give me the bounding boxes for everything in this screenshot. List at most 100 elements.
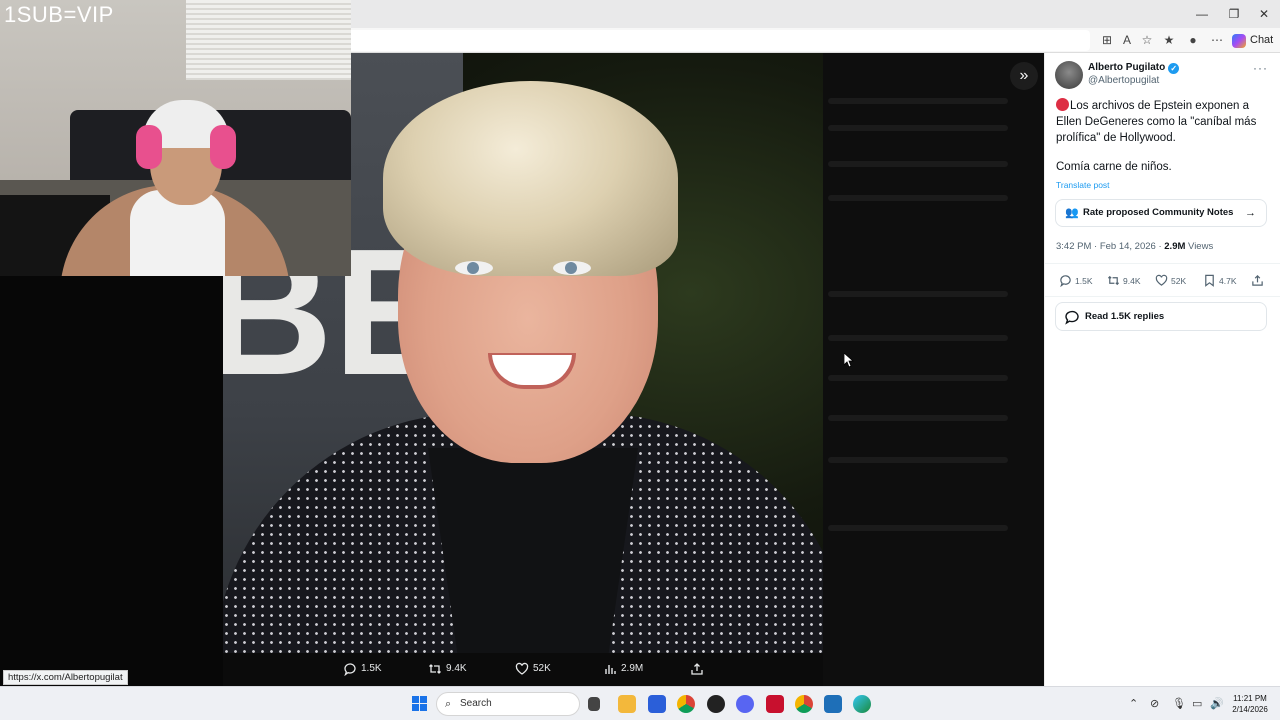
dimmed-sidebar: [823, 53, 1044, 686]
profile-icon[interactable]: ●: [1184, 32, 1202, 48]
ghost-line: [828, 415, 1008, 421]
obs-icon[interactable]: [707, 695, 725, 713]
screen: — ❐ ✕ ⊞ A ☆ ★ ● ⋯ Chat V BE: [0, 0, 1280, 720]
store-icon[interactable]: [648, 695, 666, 713]
taskbar: ⌕ Search ⌃ ⊘ 🎙 ▭ 🔊 11:21 PM 2/14/2026: [0, 686, 1280, 720]
bookmark-icon: [1205, 274, 1214, 287]
ghost-line: [828, 457, 1008, 463]
like-icon: [515, 662, 529, 675]
black-shirt: [428, 448, 638, 653]
views-icon: [605, 665, 616, 674]
repost-button[interactable]: 9.4K: [1107, 274, 1141, 288]
favorites-icon[interactable]: ★: [1160, 32, 1178, 48]
acrobat-icon[interactable]: [766, 695, 784, 713]
clock-date: 2/14/2026: [1232, 705, 1268, 714]
mouse-cursor-icon: [844, 353, 854, 368]
url-input[interactable]: [350, 30, 1090, 51]
ghost-line: [828, 291, 1008, 297]
community-notes-label: Rate proposed Community Notes: [1083, 207, 1234, 218]
windows-start-icon[interactable]: [412, 696, 427, 711]
reply-icon: [1060, 275, 1071, 287]
red-circle-emoji-icon: [1056, 98, 1069, 111]
bookmark-button[interactable]: 4.7K: [1203, 274, 1237, 288]
clock-time: 11:21 PM: [1233, 694, 1267, 703]
tweet-text-second: Comía carne de niños.: [1056, 161, 1172, 173]
verified-badge-icon: ✓: [1168, 63, 1180, 74]
copilot-chat-button[interactable]: Chat: [1232, 31, 1273, 50]
more-options-icon[interactable]: ···: [1253, 61, 1268, 75]
discord-icon[interactable]: [736, 695, 754, 713]
ghost-line: [828, 525, 1008, 531]
webcam-overlay: 1SUB=VIP: [0, 0, 351, 276]
right-headphone: [210, 125, 236, 169]
display-icon[interactable]: ▭: [1192, 697, 1202, 710]
bookmark-count: 4.7K: [1219, 276, 1237, 286]
link-status-tooltip: https://x.com/Albertopugilat: [3, 670, 128, 685]
rate-community-notes-button[interactable]: 👥 Rate proposed Community Notes →: [1055, 199, 1267, 227]
minimize-icon[interactable]: —: [1188, 4, 1216, 24]
expand-panel-button[interactable]: »: [1010, 62, 1038, 90]
file-explorer-icon[interactable]: [618, 695, 636, 713]
reply-count: 1.5K: [1075, 276, 1093, 286]
blonde-hair: [383, 81, 678, 276]
stream-overlay-title: 1SUB=VIP: [4, 2, 114, 27]
task-view-icon[interactable]: [588, 697, 600, 711]
window-blinds: [186, 0, 351, 80]
viewer-repost-count: 9.4K: [446, 663, 467, 674]
author-handle[interactable]: @Albertopugilat: [1088, 75, 1159, 86]
share-icon: [1252, 275, 1263, 286]
viewer-repost-button[interactable]: 9.4K: [428, 661, 467, 677]
tweet-panel: Alberto Pugilato ✓ @Albertopugilat ··· Lo…: [1044, 53, 1280, 686]
repost-icon: [429, 664, 441, 674]
reply-icon: [344, 663, 356, 676]
repost-count: 9.4K: [1123, 276, 1141, 286]
chrome-icon[interactable]: [677, 695, 695, 713]
ghost-line: [828, 335, 1008, 341]
chat-label: Chat: [1250, 34, 1274, 46]
share-icon: [691, 663, 703, 675]
translate-post-link[interactable]: Translate post: [1056, 180, 1110, 190]
close-icon[interactable]: ✕: [1250, 4, 1278, 24]
viewer-share-button[interactable]: [690, 661, 708, 677]
viewer-reply-count: 1.5K: [361, 663, 382, 674]
microphone-icon[interactable]: 🎙: [1172, 697, 1186, 710]
viewer-like-button[interactable]: 52K: [515, 661, 551, 677]
menu-dots-icon[interactable]: ⋯: [1208, 32, 1226, 48]
people-icon: 👥: [1065, 207, 1079, 219]
author-name-text: Alberto Pugilato: [1088, 62, 1166, 73]
tray-chevron-icon[interactable]: ⌃: [1129, 697, 1138, 710]
viewer-reply-button[interactable]: 1.5K: [343, 661, 382, 677]
ghost-line: [828, 98, 1008, 104]
ghost-line: [828, 161, 1008, 167]
favorite-star-icon[interactable]: ☆: [1138, 32, 1156, 48]
apps-icon[interactable]: ⊞: [1098, 32, 1116, 48]
volume-icon[interactable]: 🔊: [1210, 697, 1224, 710]
edge-icon[interactable]: [853, 695, 871, 713]
arrow-right-icon: →: [1245, 207, 1256, 219]
taskbar-search[interactable]: ⌕ Search: [436, 692, 580, 716]
taskbar-clock[interactable]: 11:21 PM 2/14/2026: [1226, 693, 1274, 715]
like-count: 52K: [1171, 276, 1187, 286]
read-replies-label: Read 1.5K replies: [1085, 311, 1165, 322]
author-name[interactable]: Alberto Pugilato ✓: [1088, 62, 1180, 74]
read-replies-button[interactable]: Read 1.5K replies: [1055, 302, 1267, 331]
right-eye: [553, 261, 591, 275]
restore-icon[interactable]: ❐: [1220, 4, 1248, 24]
viewer-views-button[interactable]: 2.9M: [603, 661, 643, 677]
browser-titlebar: — ❐ ✕: [350, 0, 1280, 28]
speech-bubble-icon: [1065, 310, 1079, 325]
tweet-time[interactable]: 3:42 PM · Feb 14, 2026 ·: [1056, 241, 1164, 252]
like-button[interactable]: 52K: [1155, 274, 1186, 288]
tweet-stats-bar: 1.5K 9.4K 52K 4.7K: [1045, 263, 1280, 297]
tweet-text: Los archivos de Epstein exponen a Ellen …: [1056, 98, 1276, 146]
network-off-icon[interactable]: ⊘: [1150, 697, 1159, 710]
ghost-line: [828, 195, 1008, 201]
screen-app-icon[interactable]: [824, 695, 842, 713]
read-aloud-icon[interactable]: A: [1118, 32, 1136, 48]
reply-button[interactable]: 1.5K: [1059, 274, 1093, 288]
repost-icon: [1107, 275, 1120, 286]
ghost-line: [828, 125, 1008, 131]
chrome-alt-icon[interactable]: [795, 695, 813, 713]
avatar[interactable]: [1055, 61, 1083, 89]
viewer-views-count: 2.9M: [621, 663, 644, 674]
